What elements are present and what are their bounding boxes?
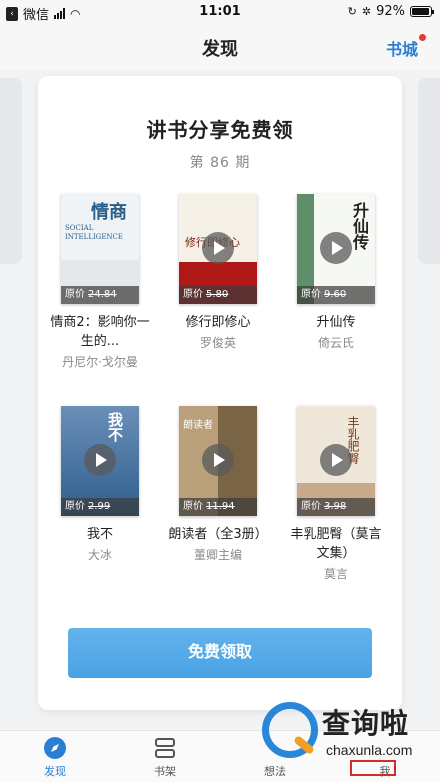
bookshelf-icon [152, 735, 178, 761]
battery-icon [410, 6, 434, 17]
tab-bookshelf[interactable]: 书架 [130, 735, 200, 779]
orientation-lock-icon: ↻ [347, 5, 357, 18]
cover-title: 我不 [106, 412, 124, 442]
play-icon[interactable] [320, 232, 352, 264]
original-price-bar: 原价 11.94 [179, 498, 257, 516]
book-cover[interactable]: 修行即修心原价5.80 [179, 194, 257, 304]
original-price: 11.94 [206, 501, 235, 512]
book-item[interactable]: 情商 SOCIAL INTELLIGENCE 原价 24.84 情商2：影响你一生的..… [50, 194, 150, 371]
price-prefix: 原价 [65, 501, 85, 512]
original-price: 9.60 [324, 289, 347, 300]
play-icon[interactable] [202, 444, 234, 476]
price-prefix: 原价 [183, 501, 203, 512]
original-price-bar: 原价 2.99 [61, 498, 139, 516]
page-title: 发现 [202, 39, 238, 60]
book-title[interactable]: 我不 [50, 525, 150, 544]
price-prefix: 原价 [301, 289, 321, 300]
book-author: 丹尼尔·戈尔曼 [62, 355, 138, 369]
book-author: 莫言 [323, 567, 348, 581]
bluetooth-icon: ✲ [361, 5, 372, 18]
book-cover[interactable]: 升仙传 原价 9.60 [297, 194, 375, 304]
book-item[interactable]: 升仙传 原价 9.60 升仙传倚云氏 [286, 194, 386, 352]
original-price-bar: 原价 3.98 [297, 498, 375, 516]
watermark-highlight-box [350, 760, 396, 776]
book-item[interactable]: 丰乳肥臀 原价 3.98 丰乳肥臀（莫言文集） 莫言 [286, 406, 386, 583]
original-price-bar: 原价 24.84 [61, 286, 139, 304]
original-price: 24.84 [88, 289, 117, 300]
original-price: 2.99 [88, 501, 111, 512]
book-author: 倚云氏 [317, 336, 354, 350]
book-title[interactable]: 丰乳肥臀（莫言文集） [286, 525, 386, 563]
cover-subtitle: SOCIAL INTELLIGENCE [65, 224, 124, 241]
previous-card-peek[interactable] [0, 78, 22, 264]
play-icon[interactable] [84, 444, 116, 476]
next-card-peek[interactable] [418, 78, 440, 264]
header: 发现 书城 [0, 24, 440, 70]
watermark-logo: 查询啦 chaxunla.com [262, 698, 434, 776]
status-bar: ‹ 微信 ◠ 11:01 ↻ ✲ 92% [0, 0, 440, 24]
magnifier-icon [262, 702, 318, 758]
battery-fill [412, 8, 429, 15]
book-item[interactable]: 修行即修心原价5.80 修行即修心罗俊英 [168, 194, 268, 352]
original-price: 5.80 [206, 289, 229, 300]
watermark-site: chaxunla.com [326, 742, 413, 758]
play-icon[interactable] [202, 232, 234, 264]
price-prefix: 原价 [301, 501, 321, 512]
book-cover[interactable]: 情商 SOCIAL INTELLIGENCE 原价 24.84 [61, 194, 139, 304]
book-cover[interactable]: 朗读者原价 11.94 [179, 406, 257, 516]
status-right: ↻ ✲ 92% [347, 4, 434, 19]
cover-title: 情商 [91, 202, 127, 223]
bookstore-link[interactable]: 书城 [386, 36, 418, 60]
book-author: 大冰 [87, 548, 112, 562]
price-prefix: 原价 [183, 289, 203, 300]
book-author: 董卿主编 [193, 548, 242, 562]
book-title[interactable]: 修行即修心 [168, 313, 268, 332]
book-title[interactable]: 朗读者（全3册） [168, 525, 268, 544]
price-prefix: 原价 [65, 289, 85, 300]
tab-discover[interactable]: 发现 [20, 735, 90, 779]
original-price-bar: 原价 5.80 [179, 286, 257, 304]
book-cover[interactable]: 我不原价 2.99 [61, 406, 139, 516]
book-author: 罗俊英 [199, 336, 236, 350]
play-icon[interactable] [320, 444, 352, 476]
claim-free-button[interactable]: 免费领取 [68, 628, 372, 678]
cover-title: 朗读者 [183, 420, 213, 431]
notification-dot [419, 34, 426, 41]
book-title[interactable]: 升仙传 [286, 313, 386, 332]
issue-number: 第 86 期 [189, 155, 251, 171]
original-price-bar: 原价 9.60 [297, 286, 375, 304]
tab-label: 发现 [44, 765, 66, 778]
compass-icon [42, 735, 68, 761]
original-price: 3.98 [324, 501, 347, 512]
battery-percent: 92% [376, 4, 405, 19]
tab-label: 书架 [154, 765, 176, 778]
book-item[interactable]: 朗读者原价 11.94 朗读者（全3册） 董卿主编 [168, 406, 268, 564]
book-cover[interactable]: 丰乳肥臀 原价 3.98 [297, 406, 375, 516]
card-title: 讲书分享免费领 [146, 118, 294, 142]
watermark-name: 查询啦 [322, 707, 410, 740]
book-title[interactable]: 情商2：影响你一生的... [50, 313, 150, 351]
book-item[interactable]: 我不 原价 2.99 我不 大冰 [50, 406, 150, 564]
free-books-card: 讲书分享免费领 第 86 期 情商 SOCIAL INTELLIGENCE 原价 24… [38, 76, 402, 710]
